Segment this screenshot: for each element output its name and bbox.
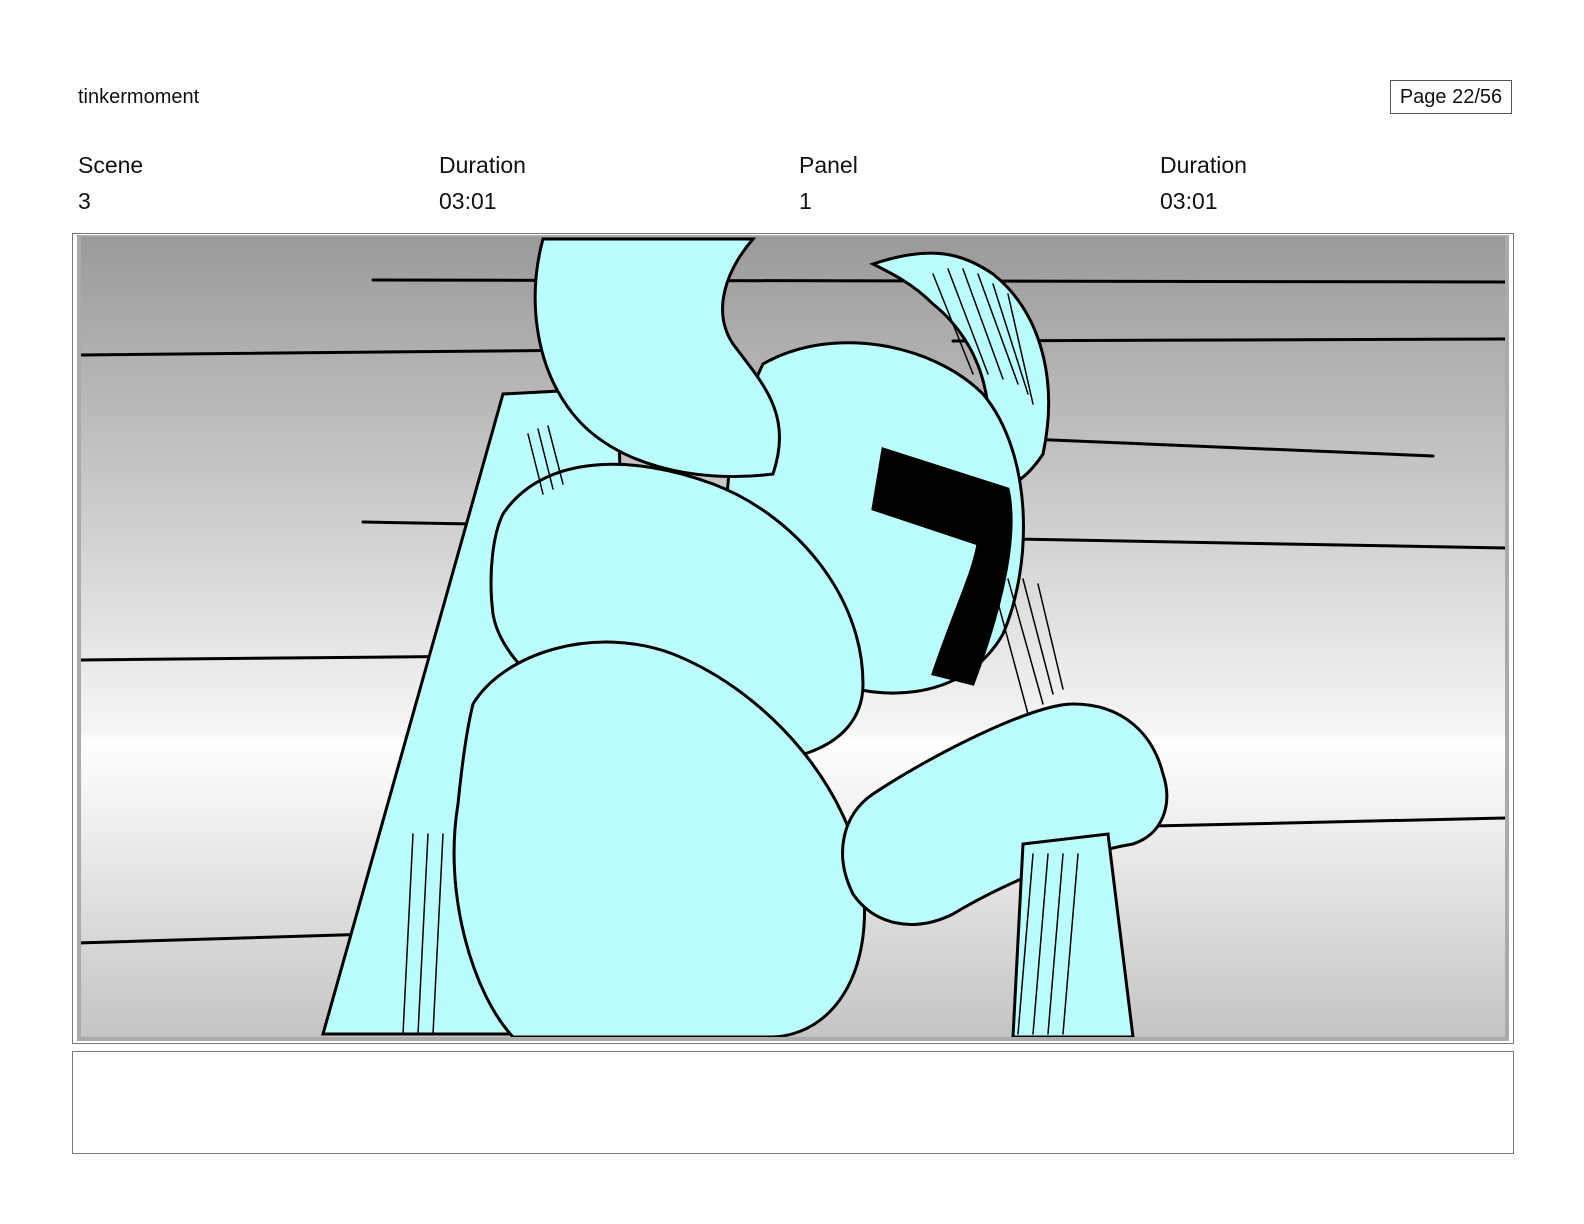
panel-duration-field: Duration 03:01 (1160, 150, 1460, 216)
scene-duration-value: 03:01 (439, 188, 497, 214)
panel-duration-value: 03:01 (1160, 188, 1218, 214)
panel-value: 1 (799, 188, 812, 214)
project-title: tinkermoment (78, 86, 200, 108)
scene-duration-field: Duration 03:01 (439, 150, 739, 216)
scene-label: Scene (78, 152, 144, 178)
knight-sketch-illustration (73, 234, 1513, 1043)
scene-duration-label: Duration (439, 152, 526, 178)
panel-duration-label: Duration (1160, 152, 1247, 178)
panel-label: Panel (799, 152, 858, 178)
panel-field: Panel 1 (799, 150, 1099, 216)
scene-field: Scene 3 (78, 150, 378, 216)
page-indicator: Page 22/56 (1390, 80, 1512, 114)
panel-notes-box (72, 1051, 1514, 1154)
storyboard-panel-frame (72, 233, 1514, 1044)
scene-value: 3 (78, 188, 91, 214)
